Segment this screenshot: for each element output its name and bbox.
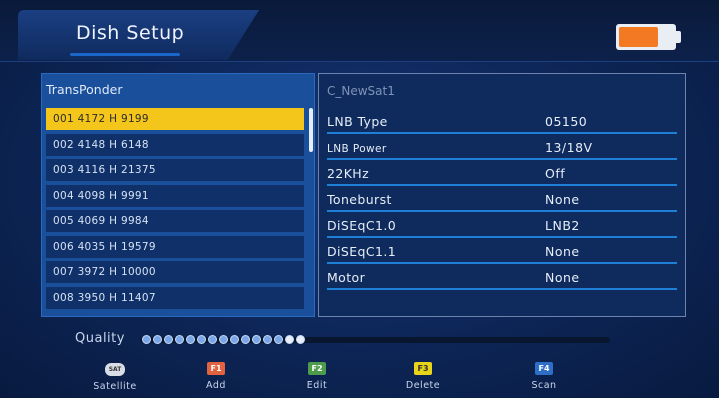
quality-meter: [142, 335, 305, 345]
setting-label: DiSEqC1.0: [327, 218, 397, 233]
battery-icon: [616, 24, 676, 50]
setting-label: LNB Power: [327, 143, 387, 155]
satellite-button[interactable]: SAT Satellite: [75, 356, 155, 392]
quality-dot: [164, 335, 173, 344]
quality-dot: [263, 335, 272, 344]
delete-button[interactable]: F3 Delete: [383, 356, 463, 391]
setting-value: LNB2: [545, 218, 580, 233]
quality-dot: [186, 335, 195, 344]
battery-cap: [676, 31, 681, 43]
add-label: Add: [206, 380, 226, 391]
satellite-label: Satellite: [93, 381, 137, 392]
quality-dot: [296, 335, 305, 344]
quality-dot: [175, 335, 184, 344]
setting-value: Off: [545, 166, 566, 181]
quality-dot: [274, 335, 283, 344]
quality-dot: [252, 335, 261, 344]
f1-key-icon: F1: [207, 362, 225, 375]
delete-label: Delete: [405, 380, 441, 391]
f2-key-icon: F2: [308, 362, 326, 375]
transponder-item[interactable]: 001 4172 H 9199: [46, 108, 304, 130]
header-bar: Dish Setup: [0, 0, 719, 62]
setting-label: Toneburst: [327, 192, 392, 207]
setting-row-lnb-power[interactable]: LNB Power 13/18V: [327, 136, 677, 160]
transponder-item[interactable]: 007 3972 H 10000: [46, 261, 304, 283]
setting-value: None: [545, 244, 580, 259]
setting-label: LNB Type: [327, 114, 388, 129]
f4-key-icon: F4: [535, 362, 553, 375]
transponder-panel: TransPonder 001 4172 H 9199 002 4148 H 6…: [41, 73, 315, 317]
quality-label: Quality: [75, 331, 125, 346]
transponder-item[interactable]: 003 4116 H 21375: [46, 159, 304, 181]
setting-value: 05150: [545, 114, 588, 129]
transponder-scrollbar[interactable]: [309, 108, 313, 152]
setting-row-diseqc11[interactable]: DiSEqC1.1 None: [327, 240, 677, 264]
f3-key-icon: F3: [414, 362, 432, 375]
setting-label: Motor: [327, 270, 366, 285]
transponder-item[interactable]: 002 4148 H 6148: [46, 133, 304, 156]
setting-label: DiSEqC1.1: [327, 244, 397, 259]
scan-label: Scan: [531, 380, 557, 391]
transponder-item[interactable]: 008 3950 H 11407: [46, 286, 304, 309]
edit-button[interactable]: F2 Edit: [277, 356, 357, 391]
settings-panel: C_NewSat1 LNB Type 05150 LNB Power 13/18…: [318, 73, 686, 317]
setting-row-motor[interactable]: Motor None: [327, 266, 677, 290]
quality-dot: [197, 335, 206, 344]
quality-dot: [219, 335, 228, 344]
setting-value: 13/18V: [545, 140, 593, 155]
setting-label: 22KHz: [327, 166, 370, 181]
scan-button[interactable]: F4 Scan: [504, 356, 584, 391]
dish-setup-screen: Dish Setup TransPonder 001 4172 H 9199 0…: [0, 0, 719, 398]
quality-dot: [142, 335, 151, 344]
quality-dot: [230, 335, 239, 344]
transponder-heading: TransPonder: [46, 82, 123, 97]
transponder-list: 001 4172 H 9199 002 4148 H 6148 003 4116…: [46, 108, 304, 312]
quality-dot: [208, 335, 217, 344]
transponder-item[interactable]: 004 4098 H 9991: [46, 184, 304, 207]
transponder-item[interactable]: 006 4035 H 19579: [46, 235, 304, 258]
setting-row-lnb-type[interactable]: LNB Type 05150: [327, 110, 677, 134]
setting-value: None: [545, 270, 580, 285]
edit-label: Edit: [306, 380, 328, 391]
satellite-key-icon: SAT: [105, 363, 125, 376]
satellite-name: C_NewSat1: [327, 84, 395, 98]
setting-row-diseqc10[interactable]: DiSEqC1.0 LNB2: [327, 214, 677, 238]
quality-dot: [285, 335, 294, 344]
page-title: Dish Setup: [76, 22, 185, 44]
transponder-item[interactable]: 005 4069 H 9984: [46, 210, 304, 232]
setting-value: None: [545, 192, 580, 207]
add-button[interactable]: F1 Add: [176, 356, 256, 391]
setting-row-toneburst[interactable]: Toneburst None: [327, 188, 677, 212]
quality-dot: [153, 335, 162, 344]
quality-dot: [241, 335, 250, 344]
setting-row-22khz[interactable]: 22KHz Off: [327, 162, 677, 186]
title-underline: [70, 53, 180, 56]
battery-fill: [619, 27, 658, 47]
